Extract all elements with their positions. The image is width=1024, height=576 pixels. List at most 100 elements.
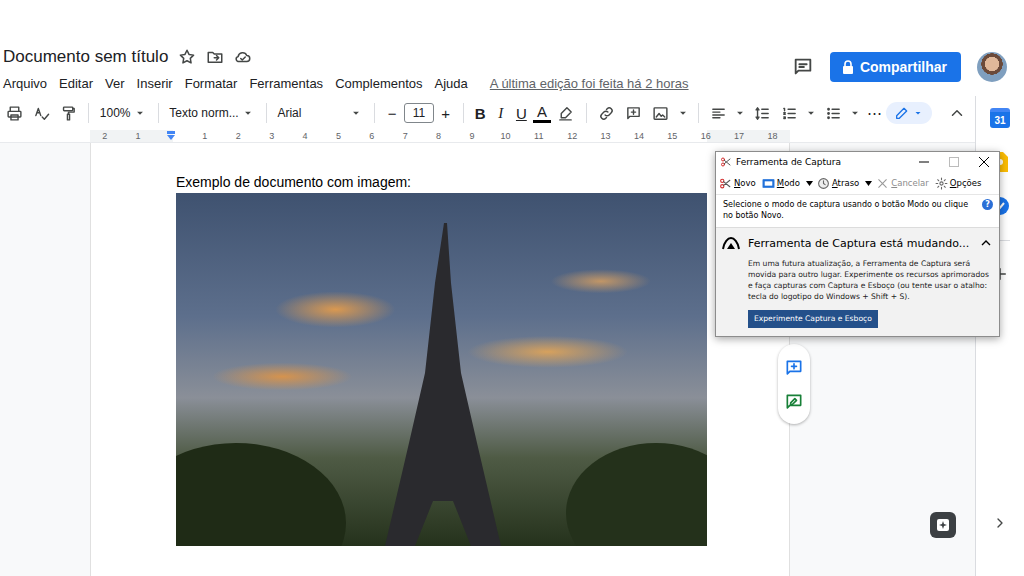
tool-label[interactable]: Novo <box>734 178 756 188</box>
minimize-icon[interactable] <box>909 152 939 172</box>
menu-item[interactable]: Formatar <box>185 76 238 91</box>
snip-tool-button[interactable]: Modo <box>762 177 813 190</box>
menu-item[interactable]: Complementos <box>335 76 422 91</box>
dropdown-arrow-icon[interactable] <box>848 106 862 120</box>
highlight-icon[interactable] <box>554 101 578 125</box>
explore-button[interactable] <box>930 512 956 538</box>
comment-history-icon[interactable] <box>792 56 814 78</box>
menu-item[interactable]: Inserir <box>137 76 173 91</box>
italic-button[interactable]: I <box>492 105 510 122</box>
print-icon[interactable] <box>2 101 26 125</box>
snip-tool-button[interactable]: Novo <box>719 177 758 190</box>
ruler-number: 6 <box>355 130 388 142</box>
align-left-icon[interactable] <box>706 101 730 125</box>
style-select[interactable]: Texto norm... <box>166 106 257 120</box>
ruler-number: 3 <box>255 130 288 142</box>
menu-item[interactable]: Ajuda <box>435 76 468 91</box>
header-actions: Compartilhar <box>792 52 1024 82</box>
dropdown-arrow-icon[interactable] <box>133 106 147 120</box>
dropdown-arrow-icon[interactable] <box>804 106 818 120</box>
numbered-list-icon[interactable] <box>777 101 801 125</box>
toolbar-separator <box>374 103 375 123</box>
collapse-menus-icon[interactable] <box>945 101 969 125</box>
bulleted-list-icon[interactable] <box>821 101 845 125</box>
account-avatar[interactable] <box>977 52 1007 82</box>
insert-image-icon[interactable] <box>649 101 673 125</box>
eiffel-tower-photo[interactable] <box>176 193 707 546</box>
snip-tool-button[interactable]: Opções <box>935 177 984 190</box>
toolbar-separator <box>88 103 89 123</box>
expand-side-panel-icon[interactable] <box>992 515 1008 531</box>
zoom-value[interactable]: 100% <box>100 106 131 120</box>
dropdown-arrow-icon[interactable] <box>865 181 872 186</box>
snip-tool-button: Cancelar <box>876 177 931 190</box>
font-select[interactable]: Arial <box>274 106 366 120</box>
scissors-icon[interactable] <box>719 177 732 190</box>
share-label[interactable]: Compartilhar <box>860 59 947 75</box>
dropdown-arrow-icon[interactable] <box>733 106 747 120</box>
document-text[interactable]: Exemplo de documento com imagem: <box>176 173 789 191</box>
ruler-number: 11 <box>522 130 555 142</box>
text-color-button[interactable]: A <box>533 104 551 123</box>
style-value[interactable]: Texto norm... <box>169 106 238 120</box>
menu-item[interactable]: Ver <box>105 76 125 91</box>
font-value[interactable]: Arial <box>277 106 301 120</box>
tool-label[interactable]: Opções <box>950 178 982 188</box>
scissors-icon <box>720 156 732 168</box>
delay-clock-icon[interactable] <box>817 177 830 190</box>
snipping-tool-window[interactable]: Ferramenta de Captura Novo Modo Atraso Cance… <box>715 151 1000 337</box>
decrease-size-button[interactable]: − <box>383 105 401 122</box>
last-edit-link[interactable]: A última edição foi feita há 2 horas <box>490 76 689 91</box>
indent-marker-icon[interactable] <box>155 131 188 141</box>
dropdown-arrow-icon[interactable] <box>241 106 255 120</box>
increase-size-button[interactable]: + <box>437 105 455 122</box>
share-button[interactable]: Compartilhar <box>830 52 961 82</box>
dropdown-arrow-icon[interactable] <box>912 107 924 119</box>
options-gear-icon[interactable] <box>935 177 948 190</box>
menu-item[interactable]: Editar <box>59 76 93 91</box>
cloud-status-icon[interactable] <box>234 48 252 66</box>
paint-format-icon[interactable] <box>56 101 80 125</box>
add-comment-icon[interactable] <box>784 358 804 378</box>
document-title[interactable]: Documento sem título <box>3 47 168 67</box>
ruler-number: 1 <box>188 130 221 142</box>
notice-header[interactable]: Ferramenta de Captura está mudando... <box>722 236 991 250</box>
calendar-day[interactable]: 31 <box>994 115 1005 126</box>
hint-text: Selecione o modo de captura usando o bot… <box>723 199 976 221</box>
bold-button[interactable]: B <box>471 105 489 122</box>
editing-mode-button[interactable] <box>886 102 932 124</box>
notice-body: Em uma futura atualização, a Ferramenta … <box>722 258 991 302</box>
dropdown-arrow-icon[interactable] <box>806 181 813 186</box>
menu-item[interactable]: Arquivo <box>3 76 47 91</box>
more-options-button[interactable]: ⋯ <box>865 104 883 122</box>
snip-tool-button[interactable]: Atraso <box>817 177 872 190</box>
dropdown-arrow-icon[interactable] <box>349 106 363 120</box>
suggest-edit-icon[interactable] <box>784 392 804 412</box>
font-size-field[interactable]: 11 <box>404 103 434 123</box>
spellcheck-icon[interactable] <box>29 101 53 125</box>
star-icon[interactable] <box>178 48 196 66</box>
dropdown-arrow-icon[interactable] <box>676 106 690 120</box>
menu-bar: Arquivo Editar Ver Inserir Formatar Ferrament… <box>3 72 689 94</box>
try-snip-sketch-button[interactable]: Experimente Captura e Esboço <box>748 310 878 328</box>
link-icon[interactable] <box>595 101 619 125</box>
ruler-number: 2 <box>222 130 255 142</box>
help-button[interactable]: ? <box>982 199 993 210</box>
window-title: Ferramenta de Captura <box>736 157 841 167</box>
tool-label[interactable]: Atraso <box>832 178 859 188</box>
ruler-number: 9 <box>455 130 488 142</box>
calendar-button[interactable]: 31 <box>990 108 1010 128</box>
menu-item[interactable]: Ferramentas <box>249 76 323 91</box>
window-controls <box>909 152 999 172</box>
add-comment-icon[interactable] <box>622 101 646 125</box>
line-spacing-icon[interactable] <box>750 101 774 125</box>
move-folder-icon[interactable] <box>206 48 224 66</box>
document-page[interactable]: Exemplo de documento com imagem: <box>90 143 790 576</box>
tool-label[interactable]: Modo <box>777 178 800 188</box>
close-icon[interactable] <box>969 152 999 172</box>
snip-mode-icon[interactable] <box>762 177 775 190</box>
zoom-select[interactable]: 100% <box>97 106 150 120</box>
pencil-icon[interactable] <box>894 105 910 121</box>
underline-button[interactable]: U <box>513 105 531 122</box>
collapse-chevron-icon[interactable] <box>981 238 991 248</box>
